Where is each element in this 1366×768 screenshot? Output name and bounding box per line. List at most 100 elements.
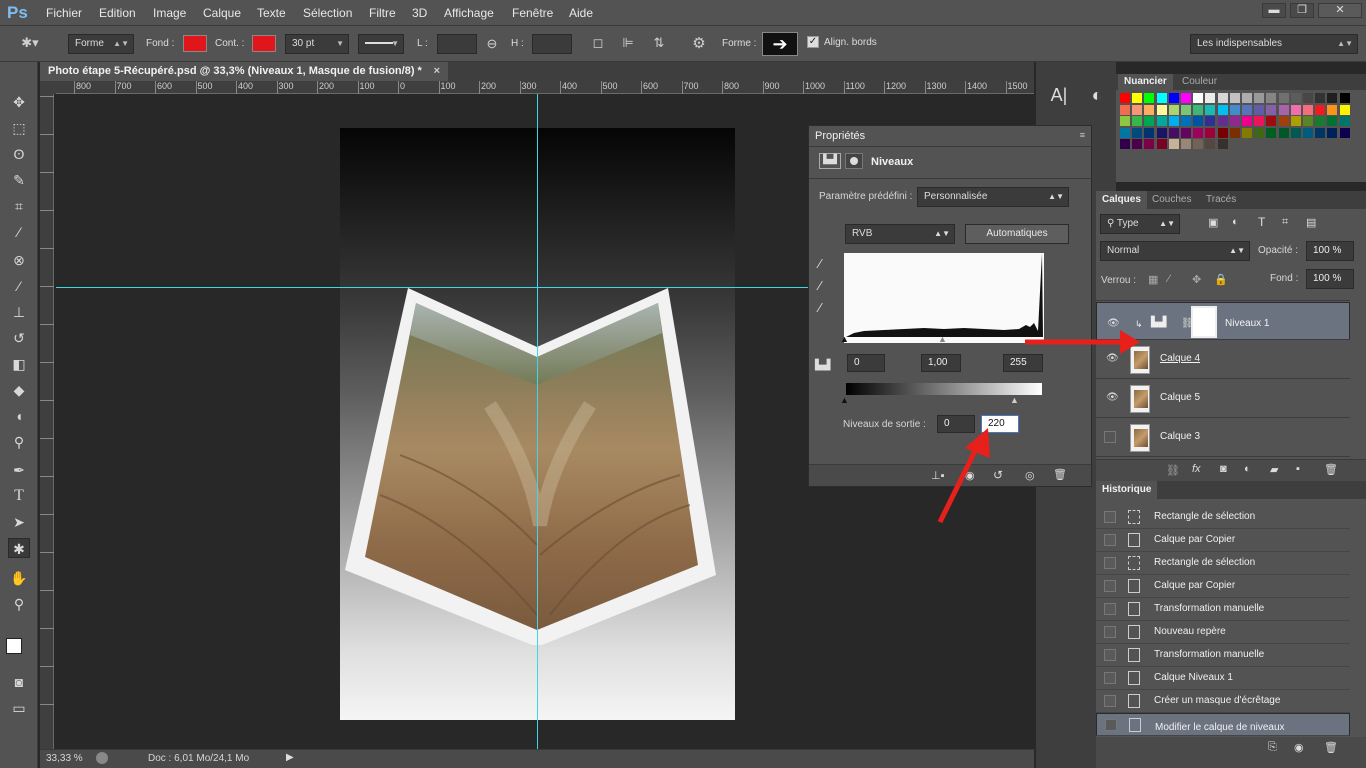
color-swatch[interactable] xyxy=(1315,104,1326,115)
paint-bucket-tool-icon[interactable]: ◆ xyxy=(8,380,30,400)
color-swatch[interactable] xyxy=(1144,116,1155,126)
path-arrangement-icon[interactable]: ⇅ xyxy=(650,35,668,51)
new-adjustment-icon[interactable]: ◐ xyxy=(1244,463,1251,475)
zoom-level[interactable]: 33,33 % xyxy=(46,753,83,764)
history-state[interactable]: Transformation manuelle xyxy=(1096,598,1350,621)
color-swatch[interactable] xyxy=(1120,127,1130,138)
color-swatch[interactable] xyxy=(1303,104,1313,115)
color-swatch[interactable] xyxy=(1327,104,1338,115)
color-swatch[interactable] xyxy=(1266,104,1277,115)
color-swatch[interactable] xyxy=(1217,93,1228,103)
delete-state-icon[interactable]: 🗑 xyxy=(1324,741,1338,754)
color-swatch[interactable] xyxy=(1132,116,1143,126)
channel-select[interactable]: RVB ▲▼ xyxy=(845,224,955,244)
gear-icon[interactable]: ⚙ xyxy=(690,34,708,52)
history-checkbox[interactable] xyxy=(1104,603,1116,615)
color-swatch[interactable] xyxy=(1120,139,1130,149)
color-swatch[interactable] xyxy=(1144,104,1155,115)
color-swatch[interactable] xyxy=(1339,127,1350,138)
color-swatch[interactable] xyxy=(1266,116,1277,126)
add-mask-icon[interactable]: ◙ xyxy=(1220,463,1227,475)
calculate-histogram-icon[interactable]: ▙▟ xyxy=(815,360,830,371)
color-swatch[interactable] xyxy=(1132,104,1143,115)
color-swatch[interactable] xyxy=(1303,127,1313,138)
color-swatch[interactable] xyxy=(1181,104,1191,115)
color-swatch[interactable] xyxy=(1132,127,1143,138)
color-swatch[interactable] xyxy=(1156,139,1167,149)
lock-transparent-icon[interactable]: ▦ xyxy=(1148,273,1158,286)
color-swatch[interactable] xyxy=(1278,104,1289,115)
dodge-tool-icon[interactable]: ⚲ xyxy=(8,432,30,452)
history-checkbox[interactable] xyxy=(1104,580,1116,592)
menu-filtre[interactable]: Filtre xyxy=(369,6,396,20)
color-swatch[interactable] xyxy=(1193,127,1204,138)
color-swatch[interactable] xyxy=(1254,127,1265,138)
color-swatch[interactable] xyxy=(1193,93,1204,103)
color-swatch[interactable] xyxy=(1168,139,1179,149)
status-share-icon[interactable] xyxy=(96,752,108,764)
color-swatch[interactable] xyxy=(1339,116,1350,126)
history-state[interactable]: Calque par Copier xyxy=(1096,575,1350,598)
color-swatch[interactable] xyxy=(1315,116,1326,126)
new-document-from-state-icon[interactable]: ⎘ xyxy=(1268,741,1277,754)
color-swatch[interactable] xyxy=(1217,139,1228,149)
history-state[interactable]: Calque Niveaux 1 xyxy=(1096,667,1350,690)
close-tab-icon[interactable]: × xyxy=(434,62,440,81)
new-layer-icon[interactable]: ▪ xyxy=(1296,463,1300,475)
color-swatch[interactable] xyxy=(1303,116,1313,126)
color-swatch[interactable] xyxy=(1181,116,1191,126)
workspace-select[interactable]: Les indispensables ▲▼ xyxy=(1190,34,1358,54)
filter-adjustment-icon[interactable]: ◐ xyxy=(1232,216,1239,228)
link-icon[interactable]: ⊖ xyxy=(484,36,500,52)
gray-point-eyedropper-icon[interactable]: ⁄ xyxy=(819,278,821,293)
color-swatch[interactable] xyxy=(1254,93,1265,103)
layer-name[interactable]: Calque 3 xyxy=(1160,431,1200,442)
tab-channels[interactable]: Couches xyxy=(1146,191,1197,209)
close-window-button[interactable]: ✕ xyxy=(1318,3,1362,18)
color-swatch[interactable] xyxy=(1278,116,1289,126)
hand-tool-icon[interactable]: ✋ xyxy=(8,568,30,588)
move-tool-icon[interactable]: ✥ xyxy=(8,92,30,112)
new-group-icon[interactable]: ▰ xyxy=(1270,463,1278,476)
color-swatch[interactable] xyxy=(1303,93,1313,103)
restore-button[interactable]: ❐ xyxy=(1290,3,1314,18)
minimize-button[interactable]: ▬ xyxy=(1262,3,1286,18)
white-point-eyedropper-icon[interactable]: ⁄ xyxy=(819,300,821,315)
history-checkbox[interactable] xyxy=(1104,626,1116,638)
history-checkbox[interactable] xyxy=(1104,695,1116,707)
preset-select[interactable]: Personnalisée ▲▼ xyxy=(917,187,1069,207)
filter-type-icon[interactable]: T xyxy=(1258,215,1265,229)
filter-pixel-icon[interactable]: ▣ xyxy=(1208,216,1218,229)
color-swatch[interactable] xyxy=(1168,116,1179,126)
menu-fichier[interactable]: Fichier xyxy=(46,6,82,20)
color-swatch[interactable] xyxy=(1205,116,1216,126)
new-snapshot-icon[interactable]: ◉ xyxy=(1294,741,1304,754)
tab-layers[interactable]: Calques xyxy=(1096,191,1147,209)
color-swatch[interactable] xyxy=(1290,104,1301,115)
adjustments-panel-icon[interactable]: ◐ xyxy=(1082,80,1112,110)
color-swatch[interactable] xyxy=(1156,93,1167,103)
tab-paths[interactable]: Tracés xyxy=(1200,191,1242,209)
stroke-type-select[interactable]: ▼ xyxy=(358,34,404,54)
vertical-guide[interactable] xyxy=(537,94,538,749)
color-swatch[interactable] xyxy=(1120,116,1130,126)
foreground-color-swatch[interactable] xyxy=(6,638,22,654)
color-swatch[interactable] xyxy=(1205,93,1216,103)
filter-smart-object-icon[interactable]: ▤ xyxy=(1306,216,1316,229)
color-swatch[interactable] xyxy=(1205,104,1216,115)
path-selection-tool-icon[interactable]: ➤ xyxy=(8,512,30,532)
color-swatch[interactable] xyxy=(1254,116,1265,126)
panel-menu-icon[interactable]: ≡ xyxy=(1080,130,1085,140)
color-swatch[interactable] xyxy=(1181,139,1191,149)
link-layers-icon[interactable]: ⛓ xyxy=(1166,464,1180,477)
layer-name[interactable]: Niveaux 1 xyxy=(1225,315,1269,333)
menu-selection[interactable]: Sélection xyxy=(303,6,352,20)
quick-selection-tool-icon[interactable]: ✎ xyxy=(8,170,30,190)
color-swatch[interactable] xyxy=(1120,104,1130,115)
color-swatch[interactable] xyxy=(1339,104,1350,115)
opacity-field[interactable]: 100 % xyxy=(1306,241,1354,261)
filter-shape-icon[interactable]: ⌗ xyxy=(1282,216,1288,229)
crop-tool-icon[interactable]: ⌗ xyxy=(8,196,30,216)
color-swatch[interactable] xyxy=(1290,127,1301,138)
color-swatch[interactable] xyxy=(1242,127,1252,138)
